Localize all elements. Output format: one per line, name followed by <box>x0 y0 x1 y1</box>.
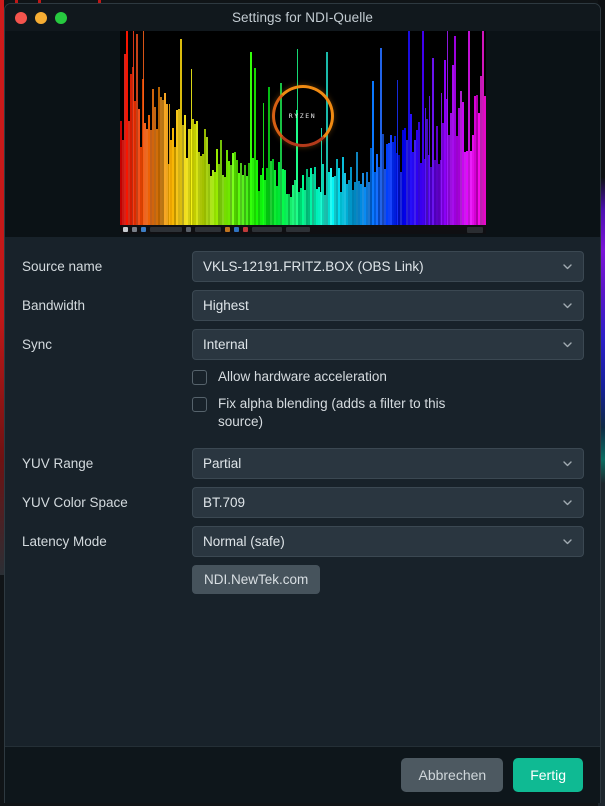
field-row-latency-mode: Latency Mode Normal (safe) <box>21 526 584 557</box>
minimize-window-button[interactable] <box>35 11 47 24</box>
latency-mode-select[interactable]: Normal (safe) <box>192 526 584 557</box>
field-row-yuv-color-space: YUV Color Space BT.709 <box>21 487 584 518</box>
label-source-name: Source name <box>22 259 103 274</box>
label-bandwidth: Bandwidth <box>22 298 86 313</box>
fix-alpha-blending-label: Fix alpha blending (adds a filter to thi… <box>218 396 446 429</box>
close-window-button[interactable] <box>15 11 27 24</box>
field-row-link: NDI.NewTek.com <box>21 565 584 594</box>
ryzen-logo-label: RYZEN <box>288 112 317 121</box>
source-name-select[interactable]: VKLS-12191.FRITZ.BOX (OBS Link) <box>192 251 584 282</box>
fix-alpha-blending-checkbox-row[interactable]: Fix alpha blending (adds a filter to thi… <box>192 395 584 431</box>
field-row-yuv-range: YUV Range Partial <box>21 448 584 479</box>
field-row-bandwidth: Bandwidth Highest <box>21 290 584 321</box>
sync-select[interactable]: Internal <box>192 329 584 360</box>
window-controls <box>15 11 67 24</box>
title-bar[interactable]: Settings for NDI-Quelle <box>5 4 600 31</box>
settings-form: Source name VKLS-12191.FRITZ.BOX (OBS Li… <box>5 237 600 746</box>
yuv-color-space-select[interactable]: BT.709 <box>192 487 584 518</box>
ryzen-logo-icon: RYZEN <box>271 85 334 148</box>
cancel-button[interactable]: Abbrechen <box>401 758 504 792</box>
field-row-source-name: Source name VKLS-12191.FRITZ.BOX (OBS Li… <box>21 251 584 282</box>
chevron-down-icon <box>562 261 573 272</box>
field-row-sync: Sync Internal <box>21 329 584 360</box>
window-title: Settings for NDI-Quelle <box>231 10 374 25</box>
latency-mode-value: Normal (safe) <box>203 534 285 549</box>
chevron-down-icon <box>562 300 573 311</box>
label-yuv-range: YUV Range <box>22 456 94 471</box>
sync-value: Internal <box>203 337 249 352</box>
bandwidth-select[interactable]: Highest <box>192 290 584 321</box>
chevron-down-icon <box>562 497 573 508</box>
checkbox-group-row: Allow hardware acceleration Fix alpha bl… <box>21 368 584 440</box>
allow-hardware-acceleration-checkbox[interactable] <box>192 370 207 385</box>
bandwidth-value: Highest <box>203 298 249 313</box>
yuv-range-select[interactable]: Partial <box>192 448 584 479</box>
taskbar-clock <box>466 226 483 233</box>
label-latency-mode: Latency Mode <box>22 534 107 549</box>
yuv-color-space-value: BT.709 <box>203 495 246 510</box>
allow-hardware-acceleration-checkbox-row[interactable]: Allow hardware acceleration <box>192 368 584 386</box>
ndi-newtek-link-button[interactable]: NDI.NewTek.com <box>192 565 321 594</box>
allow-hardware-acceleration-label: Allow hardware acceleration <box>218 369 387 384</box>
dialog-footer: Abbrechen Fertig <box>5 746 600 803</box>
preview-taskbar <box>119 225 486 234</box>
chevron-down-icon <box>562 339 573 350</box>
label-yuv-color-space: YUV Color Space <box>22 495 128 510</box>
preview-container: RYZEN <box>5 31 600 237</box>
settings-dialog: Settings for NDI-Quelle RYZEN Source nam… <box>4 3 601 803</box>
label-sync: Sync <box>22 337 53 352</box>
chevron-down-icon <box>562 536 573 547</box>
maximize-window-button[interactable] <box>55 11 67 24</box>
source-name-value: VKLS-12191.FRITZ.BOX (OBS Link) <box>203 259 424 274</box>
chevron-down-icon <box>562 458 573 469</box>
done-button[interactable]: Fertig <box>513 758 583 792</box>
fix-alpha-blending-checkbox[interactable] <box>192 397 207 412</box>
yuv-range-value: Partial <box>203 456 242 471</box>
video-preview: RYZEN <box>119 31 486 234</box>
